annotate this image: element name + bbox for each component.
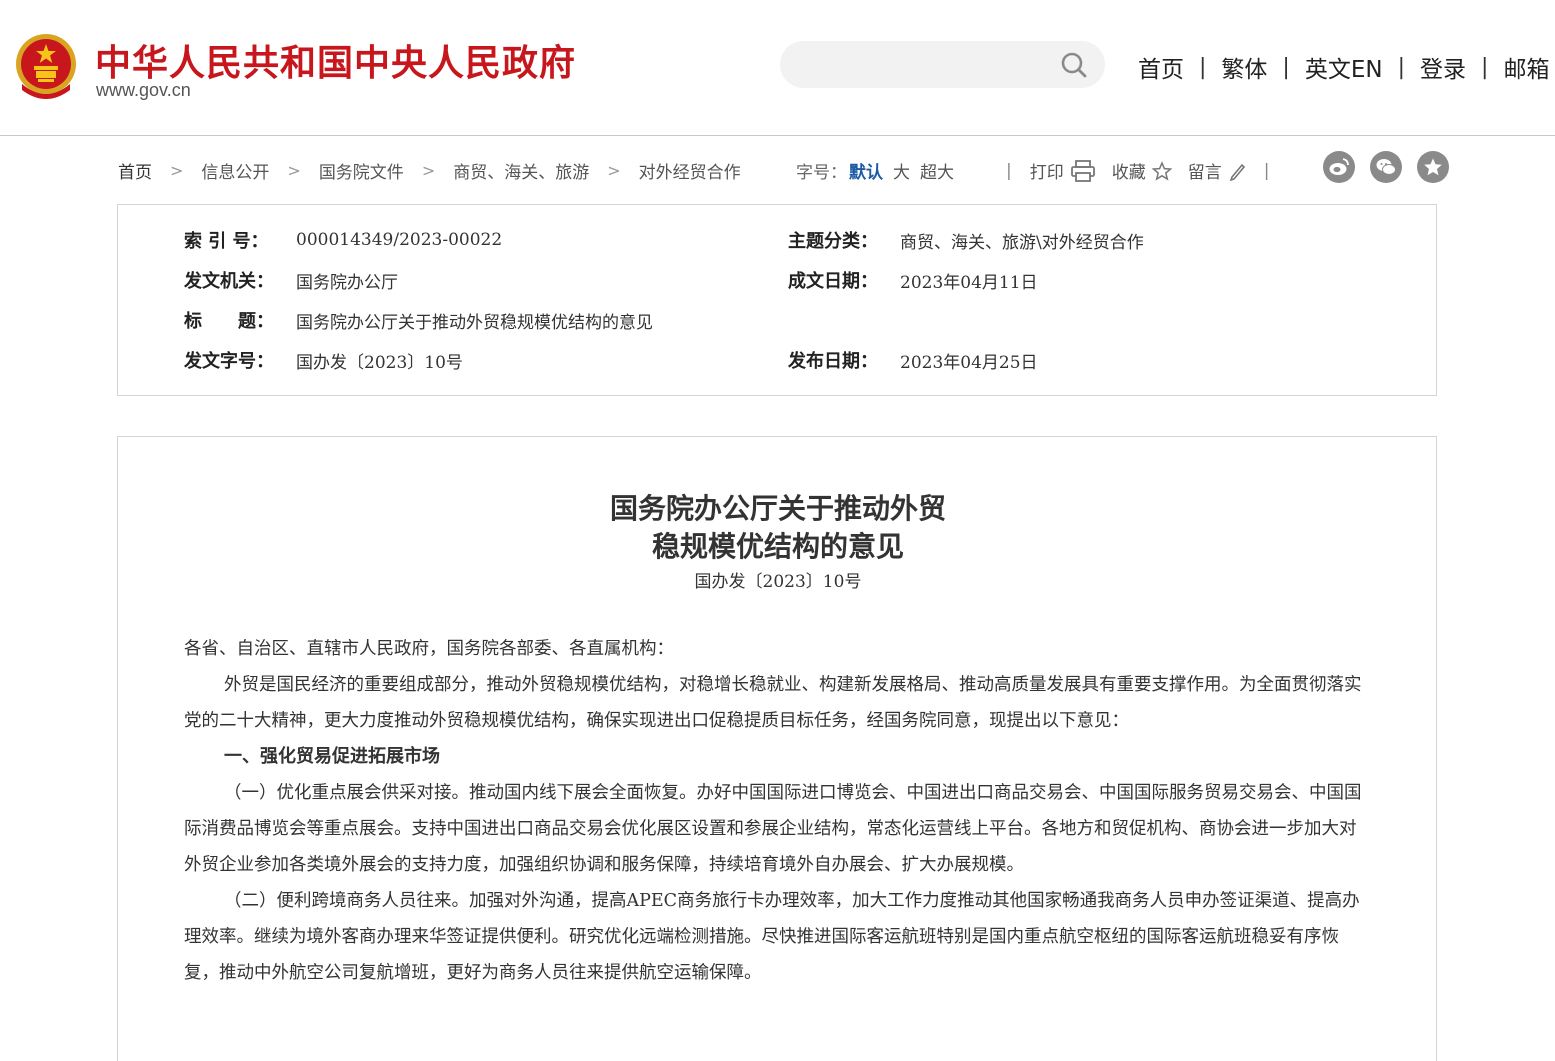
nav-separator: | (1481, 54, 1489, 80)
chevron-right-icon: > (287, 160, 301, 180)
comment-label: 留言 (1187, 163, 1222, 183)
article-tools: | 打印 收藏 留言 | (988, 158, 1287, 183)
print-label: 打印 (1029, 163, 1064, 183)
printer-icon (1070, 159, 1095, 182)
nav-home[interactable]: 首页 (1138, 50, 1184, 84)
chevron-right-icon: > (607, 160, 621, 180)
tool-separator: | (1006, 160, 1012, 181)
pencil-icon (1229, 163, 1245, 181)
nav-separator: | (1199, 54, 1207, 80)
favorite-button[interactable]: 收藏 (1112, 158, 1172, 183)
comment-button[interactable]: 留言 (1188, 158, 1246, 183)
article-body: 各省、自治区、直辖市人民政府，国务院各部委、各直属机构： 外贸是国民经济的重要组… (184, 631, 1370, 991)
article-title-line2: 稳规模优结构的意见 (651, 530, 904, 563)
weibo-share-button[interactable] (1323, 151, 1355, 183)
national-emblem-icon[interactable] (14, 32, 78, 102)
font-size-xlarge[interactable]: 超大 (920, 158, 954, 183)
nav-mail[interactable]: 邮箱 (1503, 50, 1549, 84)
info-publish-date-label: 发布日期： (788, 351, 878, 372)
tool-separator: | (1263, 160, 1270, 181)
info-docno: 发文字号： 国办发〔2023〕10号 (184, 347, 463, 373)
star-outline-icon (1151, 160, 1172, 181)
info-title-label: 标 题： (184, 311, 274, 332)
article-docno: 国办发〔2023〕10号 (694, 572, 862, 592)
info-index: 索 引 号： 000014349/2023-00022 (184, 227, 502, 253)
breadcrumb: 首页 > 信息公开 > 国务院文件 > 商贸、海关、旅游 > 对外经贸合作 字号… (118, 150, 1449, 190)
nav-traditional[interactable]: 繁体 (1221, 50, 1267, 84)
info-index-value: 000014349/2023-00022 (296, 230, 503, 250)
info-issuer: 发文机关： 国务院办公厅 (184, 267, 398, 293)
info-docno-value: 国办发〔2023〕10号 (296, 352, 463, 373)
font-size-large[interactable]: 大 (893, 158, 910, 183)
chevron-right-icon: > (170, 160, 184, 180)
site-header: 中华人民共和国中央人民政府 www.gov.cn 首页 | 繁体 | 英文EN … (0, 0, 1555, 136)
article-paragraph: （一）优化重点展会供采对接。推动国内线下展会全面恢复。办好中国国际进口博览会、中… (184, 783, 1362, 875)
nav-login[interactable]: 登录 (1420, 50, 1466, 84)
site-domain: www.gov.cn (96, 80, 191, 100)
info-publish-date-value: 2023年04月25日 (900, 352, 1038, 373)
weibo-icon (1329, 158, 1349, 175)
article-paragraph: 外贸是国民经济的重要组成部分，推动外贸稳规模优结构，对稳增长稳就业、构建新发展格… (184, 675, 1362, 731)
breadcrumb-item-commerce-customs-tourism[interactable]: 商贸、海关、旅游 (453, 158, 589, 183)
font-size-selector: 字号： 默认 大 超大 (796, 158, 954, 183)
wechat-share-button[interactable] (1370, 151, 1402, 183)
favorite-share-button[interactable] (1417, 151, 1449, 183)
font-size-default[interactable]: 默认 (849, 158, 883, 183)
nav-separator: | (1282, 54, 1290, 80)
info-topic-label: 主题分类： (788, 231, 878, 252)
info-topic: 主题分类： 商贸、海关、旅游\对外经贸合作 (788, 227, 1144, 253)
search-input[interactable] (800, 50, 1040, 80)
article-title-line1: 国务院办公厅关于推动外贸 (609, 492, 946, 525)
breadcrumb-item-state-council-docs[interactable]: 国务院文件 (319, 158, 404, 183)
info-docno-label: 发文字号： (184, 351, 274, 372)
info-title-value: 国务院办公厅关于推动外贸稳规模优结构的意见 (296, 312, 653, 333)
star-icon (1424, 158, 1442, 176)
article-salutation: 各省、自治区、直辖市人民政府，国务院各部委、各直属机构： (184, 639, 674, 659)
info-issuer-label: 发文机关： (184, 271, 274, 292)
article-section-heading: 一、强化贸易促进拓展市场 (224, 746, 440, 767)
info-topic-value: 商贸、海关、旅游\对外经贸合作 (900, 232, 1144, 253)
print-button[interactable]: 打印 (1030, 158, 1096, 183)
nav-separator: | (1397, 54, 1406, 80)
info-title: 标 题： 国务院办公厅关于推动外贸稳规模优结构的意见 (184, 307, 653, 333)
breadcrumb-item-home[interactable]: 首页 (118, 158, 152, 183)
article: 国务院办公厅关于推动外贸 稳规模优结构的意见 国办发〔2023〕10号 各省、自… (117, 436, 1437, 1061)
info-index-label: 索 引 号： (184, 231, 269, 252)
article-paragraph: （二）便利跨境商务人员往来。加强对外沟通，提高APEC商务旅行卡办理效率，加大工… (184, 891, 1360, 983)
site-title[interactable]: 中华人民共和国中央人民政府 (95, 34, 576, 86)
font-size-label: 字号： (796, 163, 847, 183)
share-buttons (1308, 151, 1449, 183)
search-icon[interactable] (1060, 51, 1088, 79)
wechat-icon (1376, 159, 1396, 175)
info-written-date-label: 成文日期： (788, 271, 878, 292)
document-info-panel: 索 引 号： 000014349/2023-00022 主题分类： 商贸、海关、… (117, 204, 1437, 396)
nav-english[interactable]: 英文EN (1305, 50, 1383, 84)
info-issuer-value: 国务院办公厅 (296, 272, 398, 293)
chevron-right-icon: > (421, 160, 436, 180)
breadcrumb-item-foreign-trade[interactable]: 对外经贸合作 (639, 158, 741, 183)
info-written-date-value: 2023年04月11日 (900, 272, 1038, 293)
info-publish-date: 发布日期： 2023年04月25日 (788, 347, 1038, 373)
info-written-date: 成文日期： 2023年04月11日 (788, 267, 1038, 293)
breadcrumb-item-info-disclosure[interactable]: 信息公开 (201, 158, 269, 183)
top-navigation: 首页 | 繁体 | 英文EN | 登录 | 邮箱 (1138, 50, 1549, 84)
favorite-label: 收藏 (1111, 163, 1146, 183)
